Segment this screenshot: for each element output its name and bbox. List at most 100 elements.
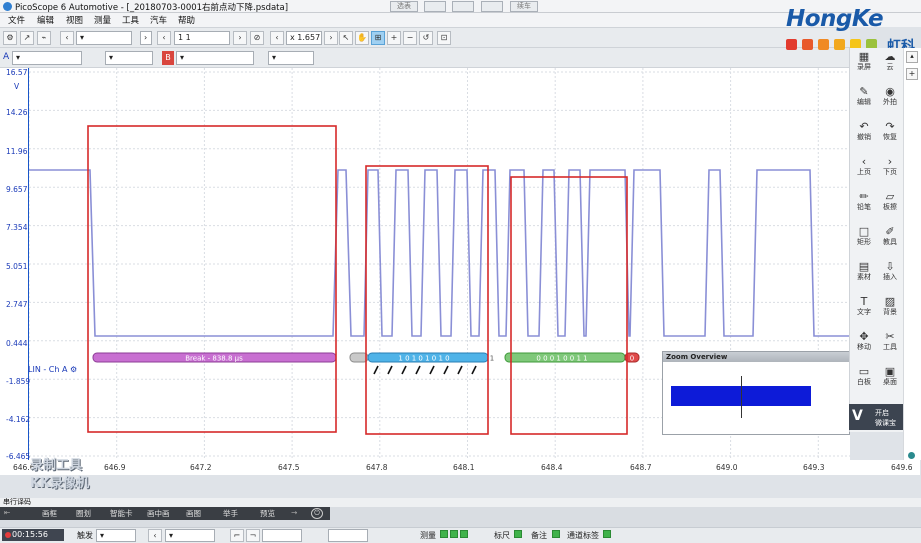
- pre-trigger-field[interactable]: [328, 529, 368, 542]
- channel-b-label[interactable]: B: [162, 51, 174, 65]
- collapse-icon[interactable]: ⇤: [4, 508, 10, 517]
- trigger-level-field[interactable]: [262, 529, 302, 542]
- scroll-up-icon[interactable]: ▴: [906, 51, 918, 63]
- channel-tags-toggle[interactable]: [603, 530, 613, 539]
- falling-edge-icon[interactable]: ¬: [246, 529, 260, 542]
- menu-edit[interactable]: 编辑: [37, 14, 54, 26]
- measure-controls[interactable]: [440, 530, 470, 539]
- measure-label[interactable]: 测量: [420, 530, 436, 541]
- notes-label[interactable]: 备注: [531, 530, 547, 541]
- channel-tags-label[interactable]: 通道标签: [567, 530, 599, 541]
- panel-prev-page-button[interactable]: ‹ 上页: [851, 155, 877, 177]
- menu-help[interactable]: 帮助: [178, 14, 195, 26]
- panel-redo-button[interactable]: ↷ 恢复: [877, 120, 903, 142]
- trigger-label[interactable]: 触发: [77, 530, 93, 541]
- x-tick: 648.1: [453, 463, 475, 472]
- pointer-icon[interactable]: ↖: [339, 31, 353, 45]
- notes-toggle[interactable]: [552, 530, 562, 539]
- gear-icon[interactable]: ⚙: [70, 365, 77, 374]
- panel-eraser-button[interactable]: ▱ 板擦: [877, 190, 903, 212]
- select-table-button[interactable]: 选表: [390, 1, 418, 12]
- continue-button[interactable]: 续车: [510, 1, 538, 12]
- channel-b-coupling-select[interactable]: ▾: [268, 51, 314, 65]
- panel-rectangle-button[interactable]: □ 矩形: [851, 225, 877, 247]
- channel-a-coupling-select[interactable]: ▾: [105, 51, 153, 65]
- panel-material-button[interactable]: ▤ 素材: [851, 260, 877, 282]
- panel-pencil-button[interactable]: ✏ 铅笔: [851, 190, 877, 212]
- zoom-out-icon[interactable]: −: [403, 31, 417, 45]
- grid-icon[interactable]: [424, 1, 446, 12]
- recorder-draw[interactable]: 画图: [186, 508, 201, 519]
- power-icon[interactable]: ⏻: [311, 508, 323, 519]
- add-view-icon[interactable]: +: [906, 68, 918, 80]
- ruler-toggle[interactable]: [514, 530, 524, 539]
- channel-a-range-select[interactable]: ▾: [12, 51, 82, 65]
- recorder-arrow-icon[interactable]: →: [291, 508, 297, 517]
- menu-view[interactable]: 视图: [66, 14, 83, 26]
- undo-zoom-icon[interactable]: ↺: [419, 31, 433, 45]
- trigger-source-select[interactable]: ▾: [165, 529, 215, 542]
- rising-edge-icon[interactable]: ⌐: [230, 529, 244, 542]
- channel-tags-check-icon[interactable]: [603, 530, 611, 538]
- hand-icon[interactable]: ✋: [355, 31, 369, 45]
- buffer-prev-icon[interactable]: ‹: [157, 31, 171, 45]
- panel-camera-button[interactable]: ◉ 外拍: [877, 85, 903, 107]
- menu-file[interactable]: 文件: [8, 14, 25, 26]
- measure-add-icon[interactable]: [440, 530, 448, 538]
- measure-edit-icon[interactable]: [460, 530, 468, 538]
- panel-desktop-button[interactable]: ▣ 桌面: [877, 365, 903, 387]
- panel-next-page-button[interactable]: › 下页: [877, 155, 903, 177]
- zoom-field[interactable]: x 1.657: [286, 31, 322, 45]
- right-scrollbar[interactable]: ▴ +: [903, 48, 921, 460]
- channel-b-range-select[interactable]: ▾: [176, 51, 254, 65]
- next-arrow-icon[interactable]: ›: [140, 31, 152, 45]
- zoom-overview-cursor[interactable]: [741, 376, 742, 418]
- buffer-field[interactable]: 1 1: [174, 31, 230, 45]
- zoom-fit-icon[interactable]: ⊡: [437, 31, 451, 45]
- badge-line2: 微课宝: [875, 419, 896, 427]
- collection-time-select[interactable]: ▾: [76, 31, 132, 45]
- panel-cloud-button[interactable]: ☁ 云: [877, 50, 903, 72]
- home-icon[interactable]: [481, 1, 503, 12]
- menu-measure[interactable]: 测量: [94, 14, 111, 26]
- settings-icon[interactable]: ⚙: [3, 31, 17, 45]
- ruler-check-icon[interactable]: [514, 530, 522, 538]
- tool-icon[interactable]: ↗: [20, 31, 34, 45]
- zoom-next-icon[interactable]: ›: [324, 31, 338, 45]
- weike-badge[interactable]: V 开启 微课宝: [849, 404, 903, 430]
- annotation-tick: [415, 365, 421, 375]
- ruler-label[interactable]: 标尺: [494, 530, 510, 541]
- panel-teaching-tool-button[interactable]: ✐ 教具: [877, 225, 903, 247]
- menu-tools[interactable]: 工具: [122, 14, 139, 26]
- zoom-overview-panel[interactable]: Zoom Overview: [662, 351, 850, 435]
- no-entry-icon[interactable]: ⊘: [250, 31, 264, 45]
- panel-whiteboard-button[interactable]: ▭ 白板: [851, 365, 877, 387]
- measure-remove-icon[interactable]: [450, 530, 458, 538]
- buffer-next-icon[interactable]: ›: [233, 31, 247, 45]
- panel-undo-button[interactable]: ↶ 撤销: [851, 120, 877, 142]
- recorder-smartcard[interactable]: 智能卡: [110, 508, 133, 519]
- probe-icon[interactable]: ⌁: [37, 31, 51, 45]
- recorder-raise-hand[interactable]: 举手: [223, 508, 238, 519]
- panel-record-button[interactable]: ▦ 录屏: [851, 50, 877, 72]
- trigger-marker-icon[interactable]: [908, 452, 915, 459]
- trigger-prev-icon[interactable]: ‹: [148, 529, 162, 542]
- zoom-in-icon[interactable]: +: [387, 31, 401, 45]
- panel-insert-button[interactable]: ⇩ 插入: [877, 260, 903, 282]
- recorder-circle[interactable]: 圈划: [76, 508, 91, 519]
- recorder-frame[interactable]: 画框: [42, 508, 57, 519]
- zoom-box-icon[interactable]: ⊞: [371, 31, 385, 45]
- recorder-preview[interactable]: 预览: [260, 508, 275, 519]
- panel-background-button[interactable]: ▨ 背景: [877, 295, 903, 317]
- zoom-prev-icon[interactable]: ‹: [270, 31, 284, 45]
- window-icon[interactable]: [452, 1, 474, 12]
- panel-move-button[interactable]: ✥ 移动: [851, 330, 877, 352]
- menu-automotive[interactable]: 汽车: [150, 14, 167, 26]
- notes-check-icon[interactable]: [552, 530, 560, 538]
- panel-tools-button[interactable]: ✂ 工具: [877, 330, 903, 352]
- prev-arrow-icon[interactable]: ‹: [60, 31, 74, 45]
- recorder-pip[interactable]: 画中画: [147, 508, 170, 519]
- panel-text-button[interactable]: T 文字: [851, 295, 877, 317]
- trigger-mode-select[interactable]: ▾: [96, 529, 136, 542]
- panel-edit-button[interactable]: ✎ 编辑: [851, 85, 877, 107]
